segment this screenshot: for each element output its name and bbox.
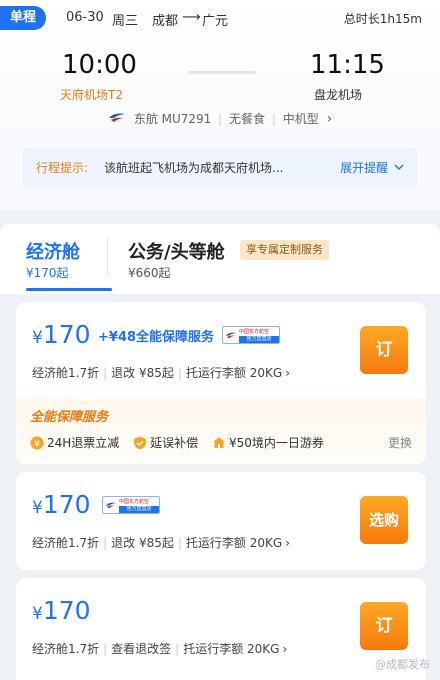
flight-duration-line <box>188 71 256 74</box>
flight-details-link[interactable]: 东航 MU7291 | 无餐食 | 中机型 › <box>108 110 332 128</box>
fare-discount: 经济舱1.7折 <box>32 642 100 656</box>
chevron-right-icon: › <box>326 110 333 127</box>
official-store-badge: 中国东方航空 官方直营店 <box>102 496 160 514</box>
svg-text:¥: ¥ <box>34 440 40 450</box>
protection-plan-title: 全能保障服务 <box>30 410 109 425</box>
select-button[interactable]: 选购 <box>360 496 408 544</box>
refund-icon: ¥ <box>30 436 44 450</box>
tab-business-price: ¥660起 <box>128 266 171 280</box>
plan-item: ¥24H退票立减 <box>30 434 119 451</box>
chevron-down-icon <box>394 164 404 170</box>
china-eastern-logo-icon <box>108 111 126 126</box>
book-button[interactable]: 订 <box>360 326 408 374</box>
arrival-time: 11:15 <box>310 50 385 80</box>
protection-plan-items: ¥24H退票立减 延误补偿 ¥50境内一日游券 <box>30 434 334 451</box>
fare-baggage: 托运行李额 20KG <box>185 366 283 380</box>
chevron-right-icon: › <box>282 642 288 656</box>
expand-notice-button[interactable]: 展开提醒 <box>340 148 404 188</box>
departure-airport: 天府机场T2 <box>60 88 123 102</box>
book-button[interactable]: 订 <box>360 602 408 650</box>
trip-date: 06-30 <box>66 10 104 25</box>
flight-summary: 单程 06-30 周三 成都 ⟶ 广元 总时长1h15m 10:00 11:15… <box>0 0 440 210</box>
fare-price: ¥170 <box>32 320 91 349</box>
trip-type-tag: 单程 <box>0 6 47 30</box>
aircraft-type: 中机型 <box>282 112 319 126</box>
tab-divider <box>107 238 108 276</box>
tab-business-badge: 享专属定制服务 <box>240 240 329 260</box>
fare-refund-change: 退改 ¥85起 <box>111 366 174 380</box>
fare-baggage: 托运行李额 20KG <box>183 642 280 656</box>
trip-notice: 行程提示: 该航班起飞机场为成都天府机场... 展开提醒 <box>22 148 418 188</box>
cabin-tabs: 经济舱 ¥170起 公务/头等舱 ¥660起 享专属定制服务 <box>0 224 440 294</box>
fare-details[interactable]: 经济舱1.7折 | 退改 ¥85起 | 托运行李额 20KG › <box>32 534 290 551</box>
trip-origin: 成都 <box>152 14 179 29</box>
trip-notice-label: 行程提示: <box>36 161 89 175</box>
chevron-right-icon: › <box>285 366 290 380</box>
addon-service: +¥48全能保障服务 <box>98 330 215 345</box>
fare-refund-change: 查看退改签 <box>111 642 172 656</box>
trip-destination: 广元 <box>202 14 229 29</box>
fare-discount: 经济舱1.7折 <box>32 366 100 380</box>
trip-bar: 单程 06-30 周三 成都 ⟶ 广元 总时长1h15m <box>0 6 440 30</box>
ticket-icon <box>212 437 225 448</box>
trip-duration: 总时长1h15m <box>343 12 422 26</box>
tab-economy-price: ¥170起 <box>26 266 69 280</box>
plan-item: 延误补偿 <box>133 434 198 451</box>
fare-card: ¥170 +¥48全能保障服务 中国东方航空 官方直营店 经济舱1.7折 | 退改 … <box>16 302 426 464</box>
tab-economy-label: 经济舱 <box>26 242 80 263</box>
watermark: @成都发布 <box>375 658 430 671</box>
fare-discount: 经济舱1.7折 <box>32 536 100 550</box>
china-eastern-logo-icon <box>225 332 237 339</box>
change-plan-button[interactable]: 更换 <box>388 434 412 451</box>
fare-refund-change: 退改 ¥85起 <box>111 536 174 550</box>
airline-flight-number: 东航 MU7291 <box>133 112 212 126</box>
trip-weekday: 周三 <box>112 14 139 29</box>
official-store-badge: 中国东方航空 官方直营店 <box>222 326 280 344</box>
tab-business-label: 公务/头等舱 <box>128 242 225 263</box>
arrival-airport: 盘龙机场 <box>314 88 363 102</box>
route-arrow-icon: ⟶ <box>182 10 201 25</box>
fare-price: ¥170 <box>32 596 91 625</box>
meal-info: 无餐食 <box>229 112 266 126</box>
plan-item: ¥50境内一日游券 <box>212 434 324 451</box>
departure-time: 10:00 <box>62 50 137 80</box>
fare-baggage: 托运行李额 20KG <box>185 536 283 550</box>
shield-icon <box>134 436 147 450</box>
fare-details[interactable]: 经济舱1.7折 | 查看退改签 | 托运行李额 20KG › <box>32 640 287 657</box>
fare-price: ¥170 <box>32 490 91 519</box>
chevron-right-icon: › <box>285 536 290 550</box>
active-tab-indicator <box>26 288 112 291</box>
trip-notice-text: 该航班起飞机场为成都天府机场... <box>104 161 284 175</box>
fare-card: ¥170 中国东方航空 官方直营店 经济舱1.7折 | 退改 ¥85起 | 托运行李额 … <box>16 472 426 570</box>
china-eastern-logo-icon <box>105 502 117 509</box>
fare-card: ¥170 经济舱1.7折 | 查看退改签 | 托运行李额 20KG › 订 <box>16 578 426 680</box>
fare-details[interactable]: 经济舱1.7折 | 退改 ¥85起 | 托运行李额 20KG › <box>32 364 290 381</box>
protection-plan: 全能保障服务 ¥24H退票立减 延误补偿 ¥50境内一日游券 更换 <box>16 398 426 464</box>
